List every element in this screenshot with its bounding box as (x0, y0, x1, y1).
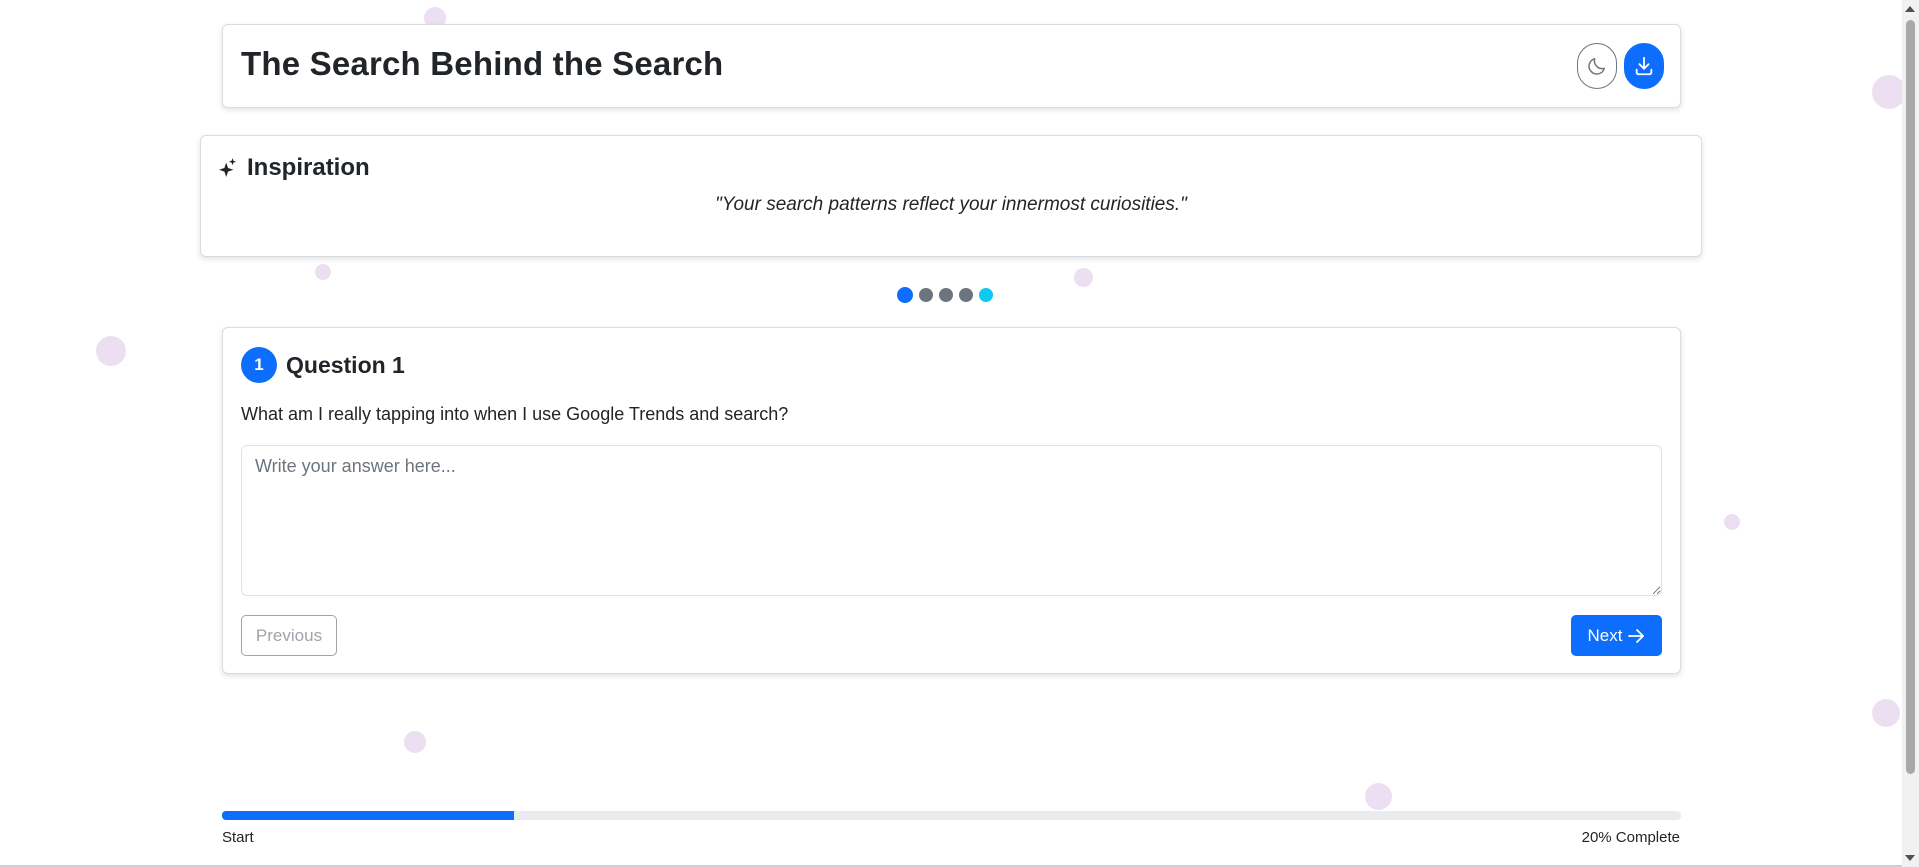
decorative-bubble (1074, 268, 1093, 287)
inspiration-header: Inspiration (219, 154, 370, 182)
header-card: The Search Behind the Search (222, 24, 1681, 108)
download-button[interactable] (1624, 43, 1664, 89)
question-title: Question 1 (286, 351, 405, 378)
question-card: 1 Question 1 What am I really tapping in… (222, 327, 1681, 674)
decorative-bubble (1872, 75, 1906, 109)
scroll-down-arrow-icon[interactable] (1905, 855, 1915, 861)
question-text: What am I really tapping into when I use… (241, 404, 789, 424)
scrollbar-thumb[interactable] (1906, 20, 1915, 774)
arrow-right-icon (1628, 628, 1645, 643)
progress-complete-label: 20% Complete (1581, 829, 1680, 846)
decorative-bubble (404, 731, 426, 753)
decorative-bubble (96, 336, 126, 366)
sparkles-icon (219, 158, 237, 177)
vertical-scrollbar[interactable] (1902, 0, 1919, 867)
decorative-bubble (315, 264, 331, 280)
inspiration-title: Inspiration (247, 154, 370, 181)
previous-button[interactable]: Previous (241, 615, 337, 656)
step-dot-2[interactable] (919, 288, 933, 302)
download-icon (1635, 56, 1653, 76)
decorative-bubble (1365, 783, 1392, 810)
step-dot-3[interactable] (939, 288, 953, 302)
question-header: 1 Question 1 (241, 347, 405, 383)
step-dot-5[interactable] (979, 288, 993, 302)
question-number-badge: 1 (241, 347, 277, 383)
next-button[interactable]: Next (1571, 615, 1662, 656)
page-title: The Search Behind the Search (241, 45, 724, 82)
step-dot-4[interactable] (959, 288, 973, 302)
step-indicator (897, 287, 993, 303)
progress-start-label: Start (222, 829, 254, 846)
progress-bar (222, 811, 1681, 820)
answer-textarea[interactable] (241, 445, 1662, 596)
step-dot-1[interactable] (897, 287, 913, 303)
progress-bar-fill (222, 811, 514, 820)
inspiration-card: Inspiration "Your search patterns reflec… (200, 135, 1702, 257)
page: The Search Behind the Search Inspiration… (0, 0, 1919, 867)
moon-icon (1588, 57, 1606, 75)
decorative-bubble (1724, 514, 1740, 530)
theme-toggle-button[interactable] (1577, 43, 1617, 89)
decorative-bubble (1872, 699, 1900, 727)
inspiration-quote: "Your search patterns reflect your inner… (715, 194, 1187, 215)
scroll-up-arrow-icon[interactable] (1905, 6, 1915, 12)
next-button-label: Next (1587, 625, 1623, 645)
